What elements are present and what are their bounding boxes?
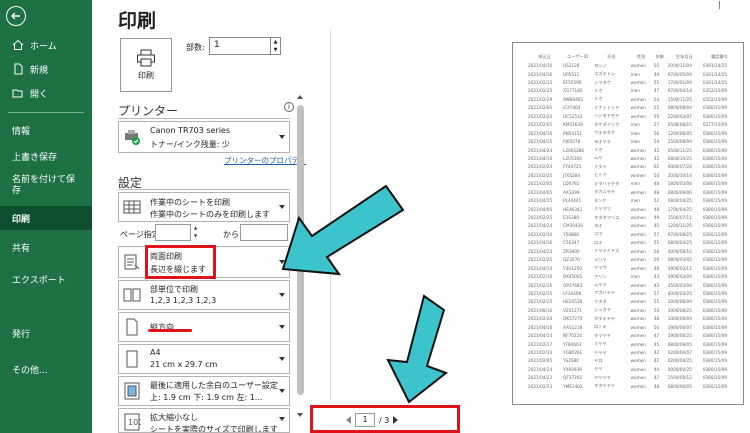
annotation-arrows bbox=[281, 184, 449, 404]
arrow-to-duplex-icon bbox=[281, 184, 405, 276]
arrow-to-page-nav-icon bbox=[386, 294, 449, 404]
